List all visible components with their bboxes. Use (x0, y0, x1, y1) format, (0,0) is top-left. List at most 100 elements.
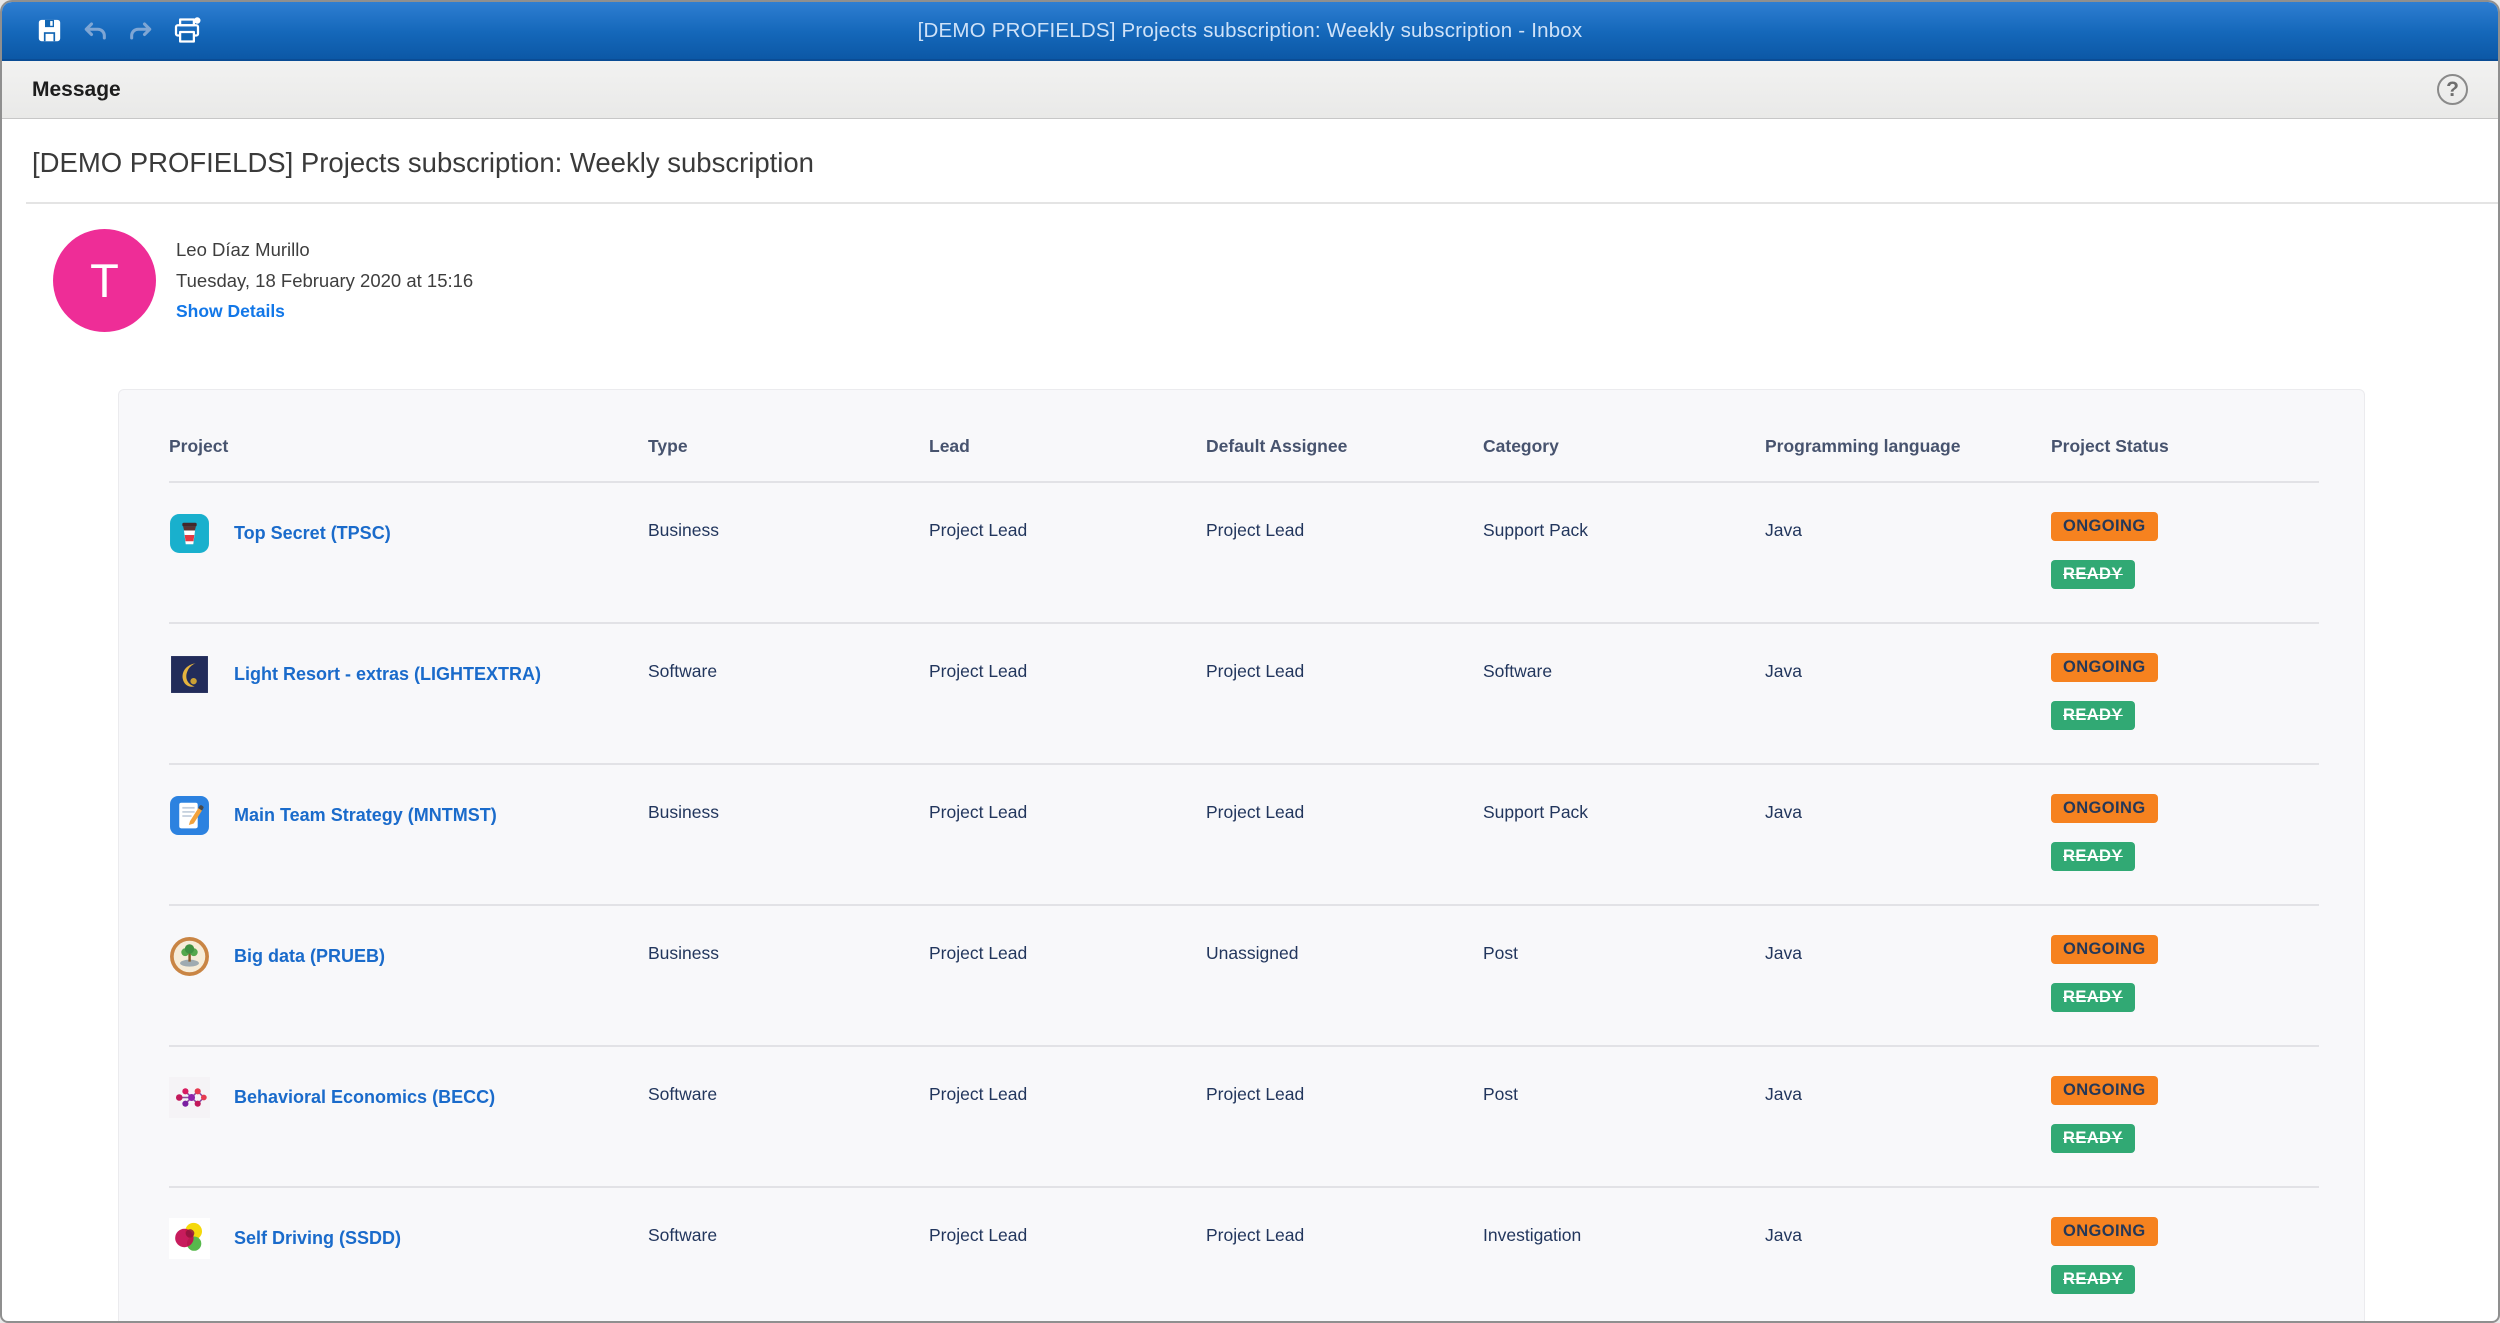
sender-name: Leo Díaz Murillo (176, 239, 473, 261)
avatar-letter: T (90, 253, 119, 308)
lead-cell: Project Lead (929, 624, 1206, 763)
column-header: Project Status (2051, 436, 2319, 457)
project-link[interactable]: Behavioral Economics (BECC) (234, 1087, 495, 1108)
help-icon[interactable]: ? (2437, 74, 2468, 105)
divider (26, 202, 2498, 204)
redo-icon[interactable] (126, 16, 156, 46)
molecule-icon (169, 1077, 210, 1118)
category-cell: Software (1483, 624, 1765, 763)
programming-language-cell: Java (1765, 624, 2051, 763)
coffee-cup-icon (169, 513, 210, 554)
status-badge: READY (2051, 983, 2135, 1012)
title-bar: [DEMO PROFIELDS] Projects subscription: … (2, 2, 2498, 61)
status-badge: READY (2051, 842, 2135, 871)
sender-meta: Leo Díaz Murillo Tuesday, 18 February 20… (176, 239, 473, 322)
window-title: [DEMO PROFIELDS] Projects subscription: … (2, 19, 2498, 43)
type-cell: Business (648, 765, 929, 904)
category-cell: Support Pack (1483, 765, 1765, 904)
undo-icon[interactable] (80, 16, 110, 46)
column-header: Type (648, 436, 929, 457)
table-row: Top Secret (TPSC) Business Project Lead … (169, 483, 2319, 624)
project-link[interactable]: Light Resort - extras (LIGHTEXTRA) (234, 664, 541, 685)
table-row: Main Team Strategy (MNTMST) Business Pro… (169, 765, 2319, 906)
project-cell: Behavioral Economics (BECC) (169, 1047, 648, 1127)
type-cell: Software (648, 1188, 929, 1323)
lead-cell: Project Lead (929, 765, 1206, 904)
mail-message-window: [DEMO PROFIELDS] Projects subscription: … (0, 0, 2500, 1323)
default-assignee-cell: Project Lead (1206, 624, 1483, 763)
tab-message[interactable]: Message (32, 78, 121, 102)
status-badge: ONGOING (2051, 1076, 2158, 1105)
lead-cell: Project Lead (929, 1188, 1206, 1323)
table-row: Light Resort - extras (LIGHTEXTRA) Softw… (169, 624, 2319, 765)
tree-icon (169, 936, 210, 977)
crescent-icon (169, 654, 210, 695)
table-header-row: ProjectTypeLeadDefault AssigneeCategoryP… (169, 390, 2319, 483)
type-cell: Software (648, 1047, 929, 1186)
projects-card: ProjectTypeLeadDefault AssigneeCategoryP… (118, 389, 2365, 1323)
status-badge: READY (2051, 1124, 2135, 1153)
status-cell: ONGOING READY (2051, 765, 2319, 904)
table-row: Self Driving (SSDD) Software Project Lea… (169, 1188, 2319, 1323)
status-badge: READY (2051, 1265, 2135, 1294)
category-cell: Post (1483, 1047, 1765, 1186)
project-cell: Big data (PRUEB) (169, 906, 648, 986)
email-subject: [DEMO PROFIELDS] Projects subscription: … (2, 119, 2498, 179)
status-badge: ONGOING (2051, 653, 2158, 682)
programming-language-cell: Java (1765, 906, 2051, 1045)
project-link[interactable]: Self Driving (SSDD) (234, 1228, 401, 1249)
project-link[interactable]: Big data (PRUEB) (234, 946, 385, 967)
project-cell: Self Driving (SSDD) (169, 1188, 648, 1268)
notepad-pencil-icon (169, 795, 210, 836)
type-cell: Software (648, 624, 929, 763)
status-cell: ONGOING READY (2051, 1047, 2319, 1186)
default-assignee-cell: Project Lead (1206, 1188, 1483, 1323)
column-header: Project (169, 436, 648, 457)
programming-language-cell: Java (1765, 765, 2051, 904)
status-cell: ONGOING READY (2051, 1188, 2319, 1323)
programming-language-cell: Java (1765, 1188, 2051, 1323)
column-header: Programming language (1765, 436, 2051, 457)
save-icon[interactable] (34, 16, 64, 46)
project-link[interactable]: Main Team Strategy (MNTMST) (234, 805, 497, 826)
default-assignee-cell: Project Lead (1206, 1047, 1483, 1186)
project-link[interactable]: Top Secret (TPSC) (234, 523, 391, 544)
overlapping-circles-icon (169, 1218, 210, 1259)
category-cell: Investigation (1483, 1188, 1765, 1323)
project-cell: Top Secret (TPSC) (169, 483, 648, 563)
toolbar (2, 16, 202, 46)
category-cell: Post (1483, 906, 1765, 1045)
table-row: Big data (PRUEB) Business Project Lead U… (169, 906, 2319, 1047)
status-cell: ONGOING READY (2051, 906, 2319, 1045)
programming-language-cell: Java (1765, 483, 2051, 622)
show-details-link[interactable]: Show Details (176, 301, 285, 322)
category-cell: Support Pack (1483, 483, 1765, 622)
column-header: Category (1483, 436, 1765, 457)
status-cell: ONGOING READY (2051, 483, 2319, 622)
sender-avatar: T (53, 229, 156, 332)
lead-cell: Project Lead (929, 906, 1206, 1045)
lead-cell: Project Lead (929, 483, 1206, 622)
status-badge: ONGOING (2051, 512, 2158, 541)
table-body: Top Secret (TPSC) Business Project Lead … (169, 483, 2319, 1323)
table-row: Behavioral Economics (BECC) Software Pro… (169, 1047, 2319, 1188)
status-badge: ONGOING (2051, 1217, 2158, 1246)
programming-language-cell: Java (1765, 1047, 2051, 1186)
sender-block: T Leo Díaz Murillo Tuesday, 18 February … (53, 229, 2498, 332)
lead-cell: Project Lead (929, 1047, 1206, 1186)
type-cell: Business (648, 483, 929, 622)
column-header: Lead (929, 436, 1206, 457)
default-assignee-cell: Unassigned (1206, 906, 1483, 1045)
status-badge: ONGOING (2051, 935, 2158, 964)
default-assignee-cell: Project Lead (1206, 483, 1483, 622)
sender-date: Tuesday, 18 February 2020 at 15:16 (176, 270, 473, 292)
column-header: Default Assignee (1206, 436, 1483, 457)
status-badge: READY (2051, 560, 2135, 589)
tab-bar: Message ? (2, 61, 2498, 119)
project-cell: Main Team Strategy (MNTMST) (169, 765, 648, 845)
status-cell: ONGOING READY (2051, 624, 2319, 763)
status-badge: ONGOING (2051, 794, 2158, 823)
status-badge: READY (2051, 701, 2135, 730)
default-assignee-cell: Project Lead (1206, 765, 1483, 904)
print-icon[interactable] (172, 16, 202, 46)
